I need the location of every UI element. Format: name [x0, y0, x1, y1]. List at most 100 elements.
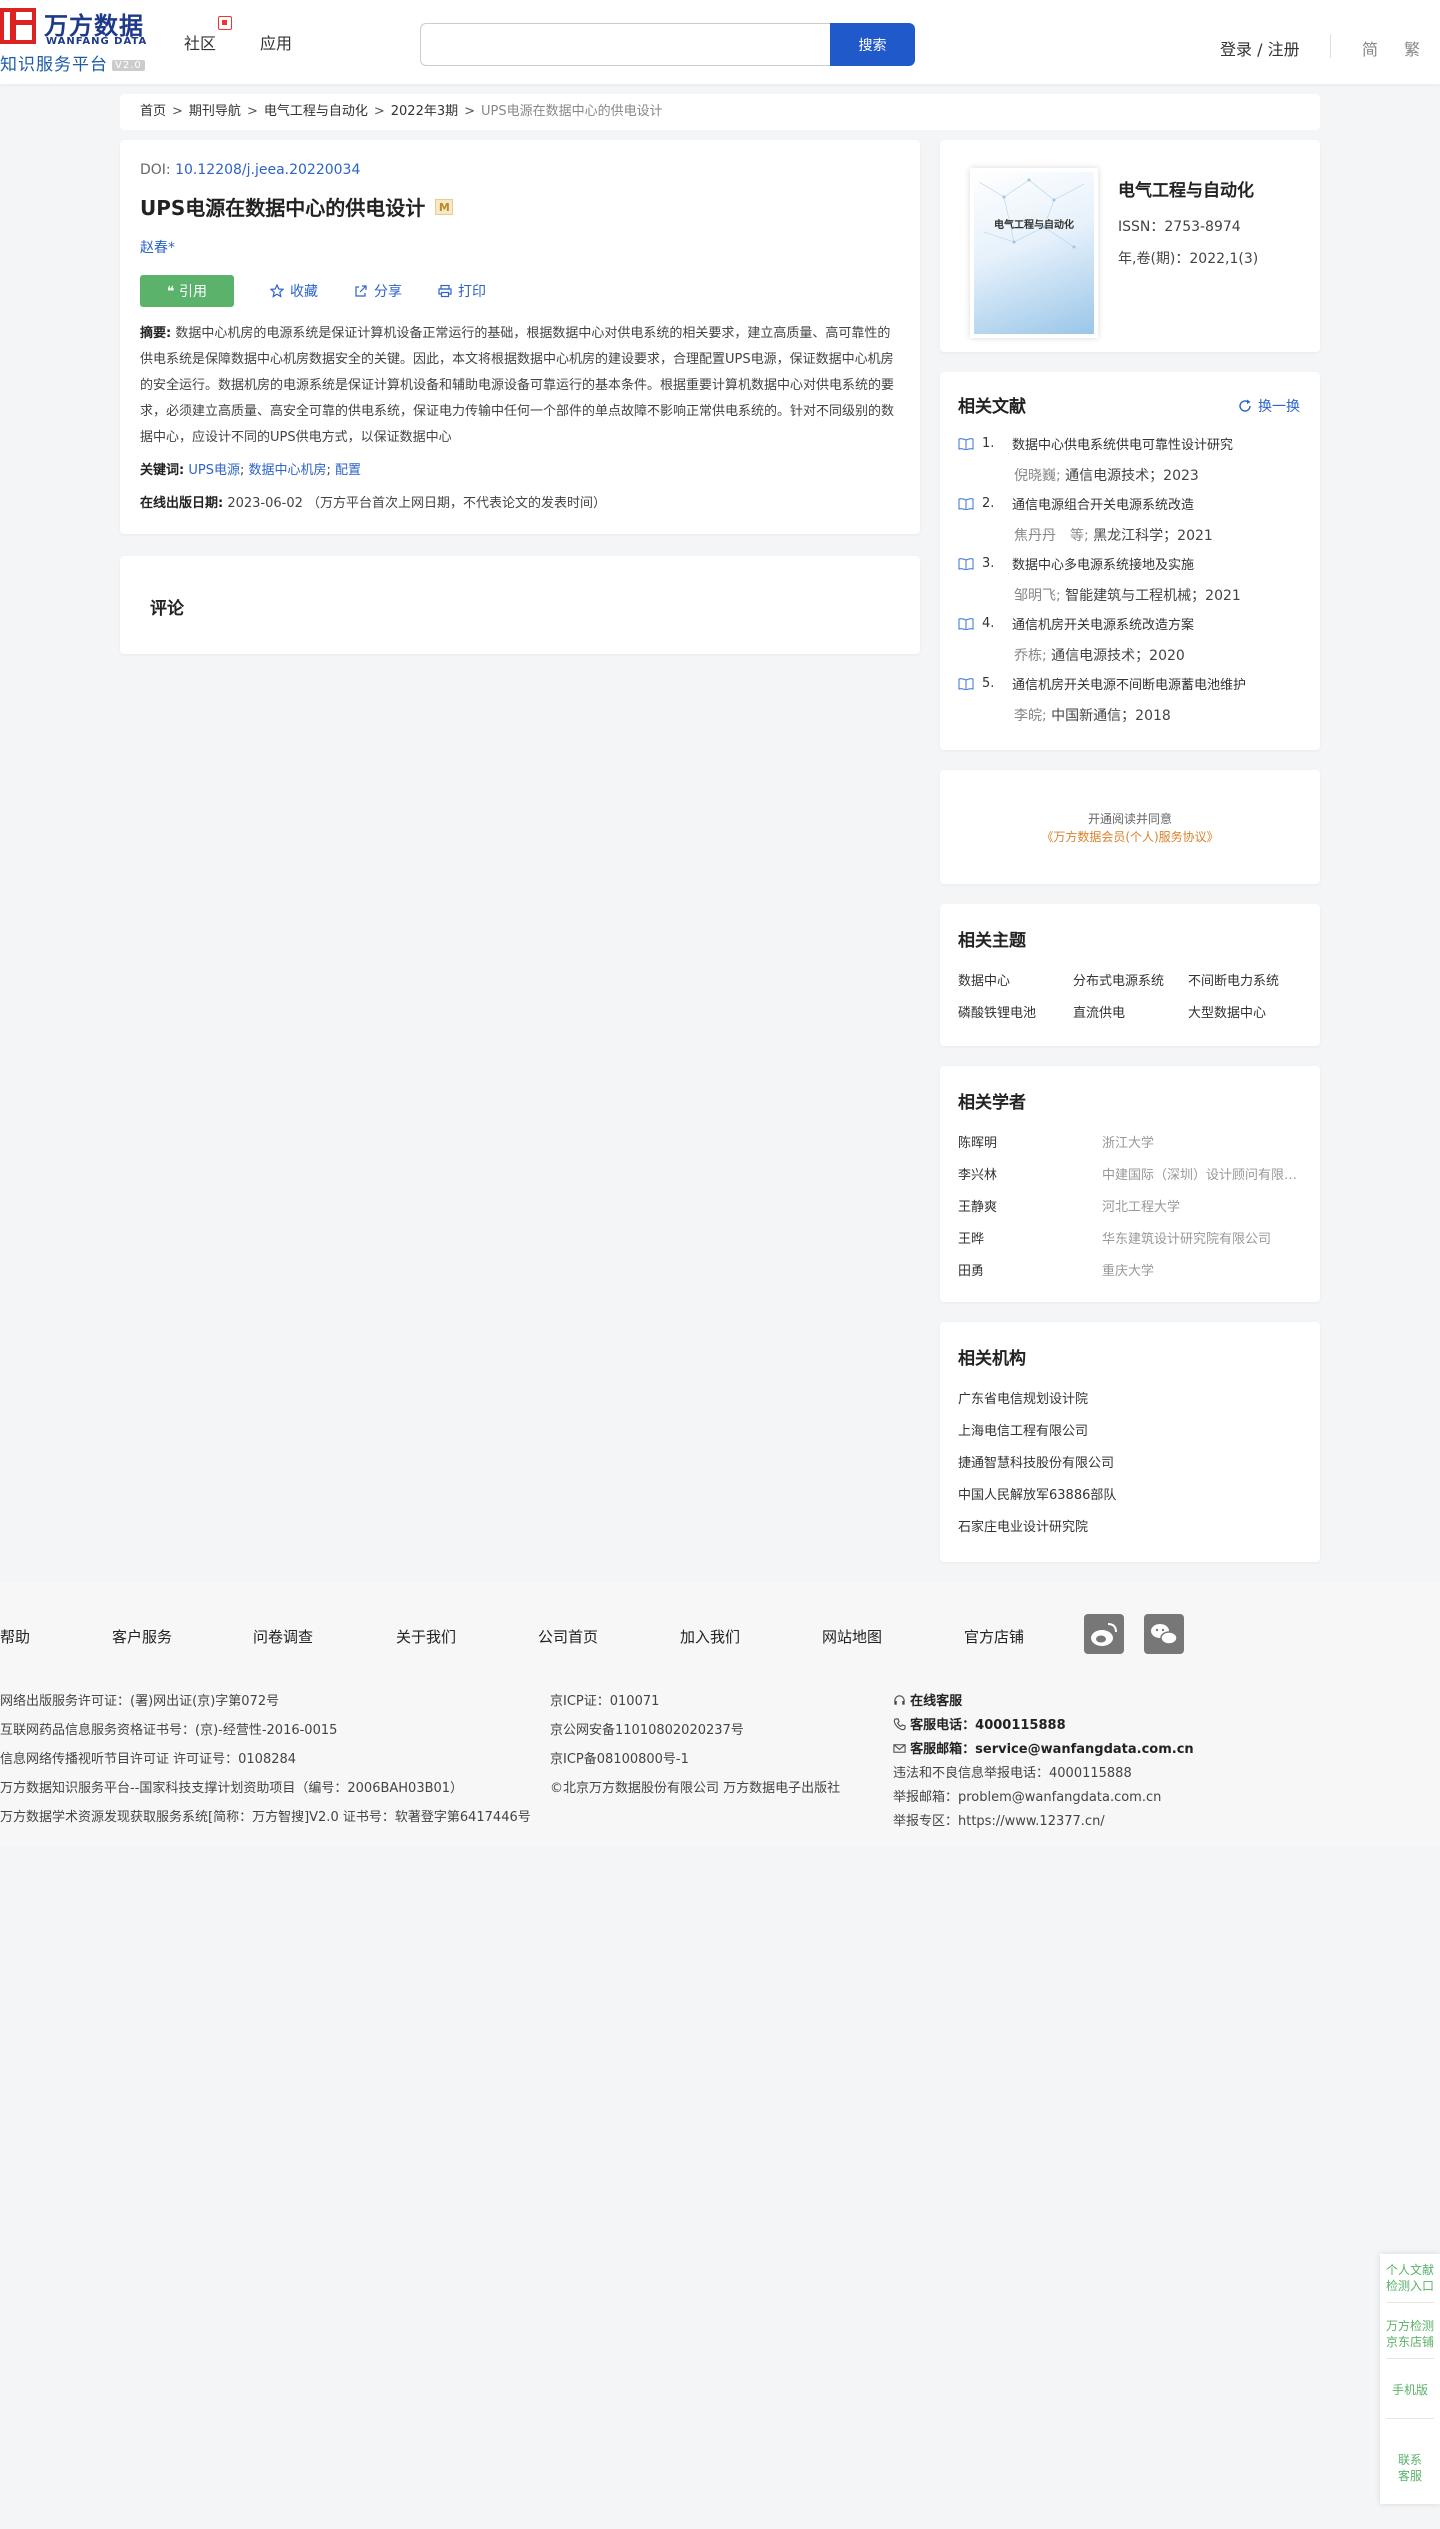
journal-card: 电气工程与自动化 电气工程与自动化 ISSN：2753-8974 年,卷(期)：…: [940, 140, 1320, 352]
doi-link[interactable]: 10.12208/j.jeea.20220034: [175, 162, 360, 178]
breadcrumb-journal[interactable]: 电气工程与自动化: [264, 104, 368, 119]
topic-link[interactable]: 不间断电力系统: [1188, 970, 1292, 989]
breadcrumb-home[interactable]: 首页: [140, 104, 166, 119]
version-badge: V2.0: [112, 59, 145, 71]
related-doc-item[interactable]: 5. 通信机房开关电源不间断电源蓄电池维护 李皖; 中国新通信；2018: [958, 674, 1302, 725]
book-icon: [958, 437, 974, 450]
related-scholars-card: 相关学者 陈晖明 浙江大学 李兴林 中建国际（深圳）设计顾问有限公司 王静爽 河北工程…: [940, 1066, 1320, 1302]
footer-nav-survey[interactable]: 问卷调查: [253, 1626, 313, 1647]
agreement-text: 开通阅读并同意: [1087, 812, 1172, 826]
related-doc-item[interactable]: 1. 数据中心供电系统供电可靠性设计研究 倪晓巍; 通信电源技术；2023: [958, 434, 1302, 485]
journal-volume: 年,卷(期)：2022,1(3): [1118, 251, 1259, 267]
topic-link[interactable]: 分布式电源系统: [1073, 970, 1177, 989]
book-icon: [958, 557, 974, 570]
logo-text-en: WANFANG DATA: [46, 36, 148, 47]
book-icon: [958, 677, 974, 690]
share-icon: [355, 285, 367, 297]
footer-nav-store[interactable]: 官方店铺: [964, 1626, 1024, 1647]
wechat-icon[interactable]: [1144, 1614, 1184, 1654]
topic-link[interactable]: 磷酸铁锂电池: [958, 1002, 1062, 1021]
print-icon: [438, 284, 452, 298]
related-doc-item[interactable]: 4. 通信机房开关电源系统改造方案 乔栋; 通信电源技术；2020: [958, 614, 1302, 665]
mail-icon: [893, 1744, 906, 1753]
footer-copyright: ©北京万方数据股份有限公司 万方数据电子出版社: [550, 1781, 841, 1796]
footer-icp: 京ICP证：010071: [550, 1694, 660, 1709]
footer-license: 网络出版服务许可证：(署)网出证(京)字第072号: [0, 1694, 280, 1709]
report-phone: 违法和不良信息举报电话：4000115888: [893, 1766, 1132, 1781]
float-check-entry[interactable]: 个人文献 检测入口: [1380, 2262, 1440, 2294]
scholars-title: 相关学者: [958, 1093, 1026, 1113]
breadcrumb-journals[interactable]: 期刊导航: [189, 104, 241, 119]
print-button[interactable]: 打印: [438, 281, 486, 301]
refresh-icon: [1239, 399, 1251, 412]
abstract: 摘要: 数据中心机房的电源系统是保证计算机设备正常运行的基础，根据数据中心对供电…: [140, 326, 895, 445]
nav-community[interactable]: 社区: [184, 30, 216, 54]
header-divider: [1330, 34, 1331, 58]
search-button[interactable]: 搜索: [830, 23, 915, 66]
logo-mark-icon: [0, 8, 36, 44]
cite-button[interactable]: ❝ 引用: [140, 275, 234, 307]
institution-link[interactable]: 广东省电信规划设计院: [958, 1388, 1088, 1407]
topic-link[interactable]: 大型数据中心: [1188, 1002, 1292, 1021]
related-topics-card: 相关主题 数据中心 分布式电源系统 不间断电力系统 磷酸铁锂电池 直流供电 大型…: [940, 904, 1320, 1046]
footer-license: 万方数据学术资源发现获取服务系统[简称：万方智搜]V2.0 证书号：软著登字第6…: [0, 1810, 531, 1825]
online-service-link[interactable]: 在线客服: [893, 1690, 962, 1709]
logo-subtitle: 知识服务平台 V2.0: [0, 50, 145, 75]
keyword-link[interactable]: 数据中心机房: [248, 463, 326, 478]
agreement-link[interactable]: 《万方数据会员(个人)服务协议》: [1041, 830, 1218, 844]
float-divider: [1386, 2302, 1434, 2303]
journal-name[interactable]: 电气工程与自动化: [1118, 176, 1254, 201]
institution-link[interactable]: 石家庄电业设计研究院: [958, 1516, 1088, 1535]
float-contact[interactable]: 联系 客服: [1380, 2452, 1440, 2484]
float-mobile[interactable]: 手机版: [1380, 2382, 1440, 2398]
service-email[interactable]: 客服邮箱：service@wanfangdata.com.cn: [893, 1738, 1194, 1757]
breadcrumb-issue[interactable]: 2022年3期: [391, 104, 458, 119]
service-phone: 客服电话：4000115888: [893, 1714, 1066, 1733]
weibo-icon[interactable]: [1084, 1614, 1124, 1654]
footer-license: 信息网络传播视听节目许可证 许可证号：0108284: [0, 1752, 297, 1767]
breadcrumb: 首页 > 期刊导航 > 电气工程与自动化 >2022年3期 > UPS电源在数据中心的供电设计: [120, 94, 1320, 130]
comment-title: 评论: [150, 599, 184, 619]
nav-apps[interactable]: 应用: [260, 30, 292, 54]
institution-link[interactable]: 捷通智慧科技股份有限公司: [958, 1452, 1114, 1471]
article-card: DOI: 10.12208/j.jeea.20220034 UPS电源在数据中心…: [120, 140, 920, 534]
article-title: UPS电源在数据中心的供电设计 M: [140, 192, 900, 221]
report-site[interactable]: 举报专区：https://www.12377.cn/: [893, 1810, 1105, 1829]
refresh-button[interactable]: 换一换: [1238, 396, 1300, 416]
search-input[interactable]: [420, 23, 830, 66]
topic-link[interactable]: 数据中心: [958, 970, 1062, 989]
footer-icp: 京ICP备08100800号-1: [550, 1752, 689, 1767]
lang-traditional[interactable]: 繁: [1404, 36, 1420, 60]
keyword-link[interactable]: 配置: [335, 463, 361, 478]
lang-simplified[interactable]: 简: [1362, 36, 1378, 60]
author-link[interactable]: 赵春*: [140, 237, 900, 257]
m-badge-icon: M: [435, 198, 454, 215]
related-institutions-card: 相关机构 广东省电信规划设计院 上海电信工程有限公司 捷通智慧科技股份有限公司 …: [940, 1322, 1320, 1562]
related-doc-item[interactable]: 2. 通信电源组合开关电源系统改造 焦丹丹 等; 黑龙江科学；2021: [958, 494, 1302, 545]
publish-date: 在线出版日期: 2023-06-02 （万方平台首次上网日期，不代表论文的发表时…: [140, 496, 607, 511]
footer-nav-about[interactable]: 关于我们: [396, 1626, 456, 1647]
related-docs-card: 相关文献 换一换 1. 数据中心供电系统供电可靠性设计研究 倪晓巍; 通信电源技术…: [940, 372, 1320, 750]
footer-nav-sitemap[interactable]: 网站地图: [822, 1626, 882, 1647]
login-register-link[interactable]: 登录 / 注册: [1220, 36, 1300, 60]
comment-card: 评论: [120, 556, 920, 654]
wanfang-logo[interactable]: 万方数据 WANFANG DATA 知识服务平台 V2.0: [0, 6, 160, 76]
cover-title: 电气工程与自动化: [994, 220, 1074, 231]
institution-link[interactable]: 上海电信工程有限公司: [958, 1420, 1088, 1439]
journal-cover[interactable]: 电气工程与自动化: [970, 168, 1098, 338]
footer-nav-company[interactable]: 公司首页: [538, 1626, 598, 1647]
topic-link[interactable]: 直流供电: [1073, 1002, 1177, 1021]
float-jd-store[interactable]: 万方检测 京东店铺: [1380, 2318, 1440, 2350]
footer-license: 互联网药品信息服务资格证书号：(京)-经营性-2016-0015: [0, 1723, 338, 1738]
related-doc-item[interactable]: 3. 数据中心多电源系统接地及实施 邹明飞; 智能建筑与工程机械；2021: [958, 554, 1302, 605]
keyword-link[interactable]: UPS电源: [188, 463, 240, 478]
footer-nav-help[interactable]: 帮助: [0, 1626, 30, 1647]
institution-link[interactable]: 中国人民解放军63886部队: [958, 1484, 1116, 1503]
footer-license: 万方数据知识服务平台--国家科技支撑计划资助项目（编号：2006BAH03B01…: [0, 1781, 464, 1796]
share-button[interactable]: 分享: [354, 281, 402, 301]
favorite-button[interactable]: 收藏: [270, 281, 318, 301]
footer-nav-join[interactable]: 加入我们: [680, 1626, 740, 1647]
floating-toolbar: 个人文献 检测入口 万方检测 京东店铺 手机版 联系 客服: [1380, 2254, 1440, 2504]
footer-nav-service[interactable]: 客户服务: [112, 1626, 172, 1647]
report-email[interactable]: 举报邮箱：problem@wanfangdata.com.cn: [893, 1786, 1161, 1805]
